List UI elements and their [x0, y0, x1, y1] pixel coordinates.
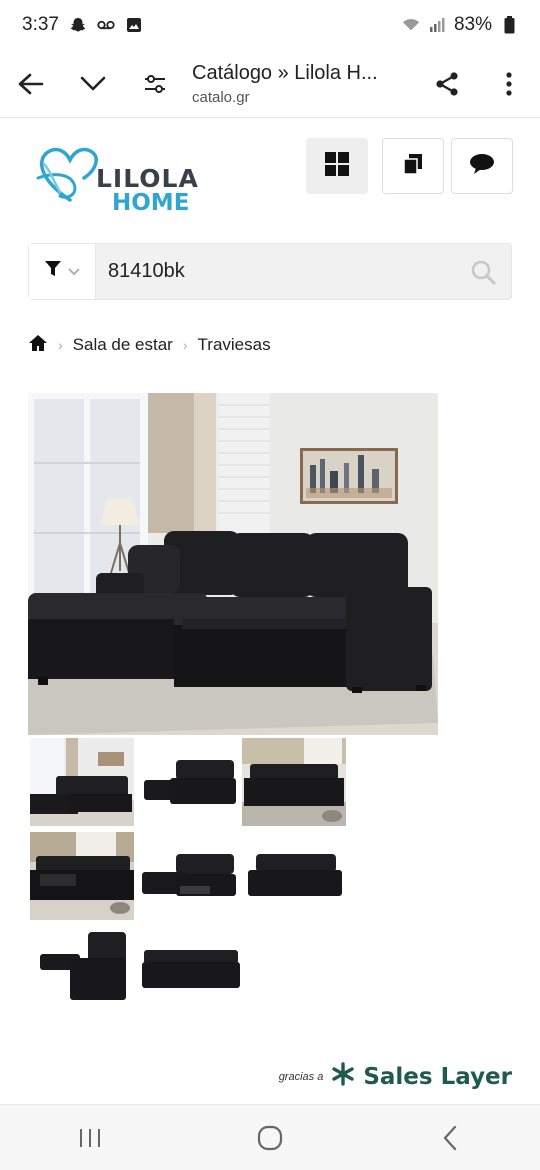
logo-text-lilola: LILOLA	[96, 164, 199, 193]
lilola-home-logo[interactable]: LILOLA HOME	[30, 138, 198, 216]
product-main-image[interactable]	[28, 393, 438, 735]
copy-button[interactable]	[382, 138, 444, 194]
chevron-down-icon[interactable]	[62, 56, 124, 112]
thumbnail-8[interactable]	[140, 928, 244, 1016]
android-navbar	[0, 1104, 540, 1170]
breadcrumb-item-traviesas[interactable]: Traviesas	[198, 335, 271, 355]
thumbnail-5[interactable]	[140, 832, 244, 920]
filter-icon	[44, 260, 62, 283]
page-title: Catálogo » Lilola H...	[192, 61, 378, 84]
thumbnail-3[interactable]	[242, 738, 346, 826]
share-icon[interactable]	[416, 56, 478, 112]
sales-layer-credit[interactable]: gracias a Sales Layer	[279, 1062, 512, 1091]
status-time: 3:37	[22, 14, 59, 35]
logo-text-home: HOME	[112, 190, 190, 216]
credit-brand: Sales Layer	[363, 1063, 512, 1090]
breadcrumb-item-sala-de-estar[interactable]: Sala de estar	[73, 335, 173, 355]
copy-icon	[403, 153, 423, 180]
page-settings-icon[interactable]	[124, 56, 186, 112]
credit-prefix: gracias a	[278, 1070, 324, 1083]
chevron-right-icon: ›	[58, 337, 63, 353]
gallery-icon	[125, 16, 143, 34]
back-arrow-icon[interactable]	[0, 56, 62, 112]
search-icon[interactable]	[455, 244, 511, 299]
thumbnail-2[interactable]	[140, 738, 244, 826]
home-icon[interactable]	[28, 334, 48, 357]
status-bar: 3:37 83%	[0, 0, 540, 50]
search-input[interactable]: 81410bk	[96, 244, 455, 299]
thumbnail-7[interactable]	[30, 928, 134, 1016]
chevron-down-icon	[68, 263, 80, 281]
breadcrumb: › Sala de estar › Traviesas	[28, 332, 271, 358]
grid-view-button[interactable]	[306, 138, 368, 194]
search-bar: 81410bk	[28, 243, 512, 300]
thumbnail-1[interactable]	[30, 738, 134, 826]
asterisk-logo-icon	[331, 1062, 355, 1091]
signal-icon	[428, 16, 446, 34]
chat-icon	[469, 153, 495, 180]
filter-dropdown[interactable]	[29, 244, 96, 299]
battery-icon	[500, 16, 518, 34]
page-url: catalo.gr	[192, 88, 250, 106]
recent-apps-icon[interactable]	[50, 1108, 130, 1168]
home-circle-icon[interactable]	[230, 1108, 310, 1168]
more-vert-icon[interactable]	[478, 56, 540, 112]
back-chevron-icon[interactable]	[410, 1108, 490, 1168]
thumbnail-6[interactable]	[242, 832, 346, 920]
wifi-icon	[402, 16, 420, 34]
chat-button[interactable]	[451, 138, 513, 194]
browser-toolbar: Catálogo » Lilola H... catalo.gr	[0, 50, 540, 118]
site-header: LILOLA HOME	[0, 120, 540, 230]
grid-view-icon	[324, 151, 350, 182]
voicemail-icon	[97, 16, 115, 34]
page-title-area[interactable]: Catálogo » Lilola H... catalo.gr	[186, 62, 416, 106]
thumbnail-4[interactable]	[30, 832, 134, 920]
chevron-right-icon: ›	[182, 337, 188, 353]
snapchat-icon	[69, 16, 87, 34]
battery-percent: 83%	[453, 14, 492, 35]
